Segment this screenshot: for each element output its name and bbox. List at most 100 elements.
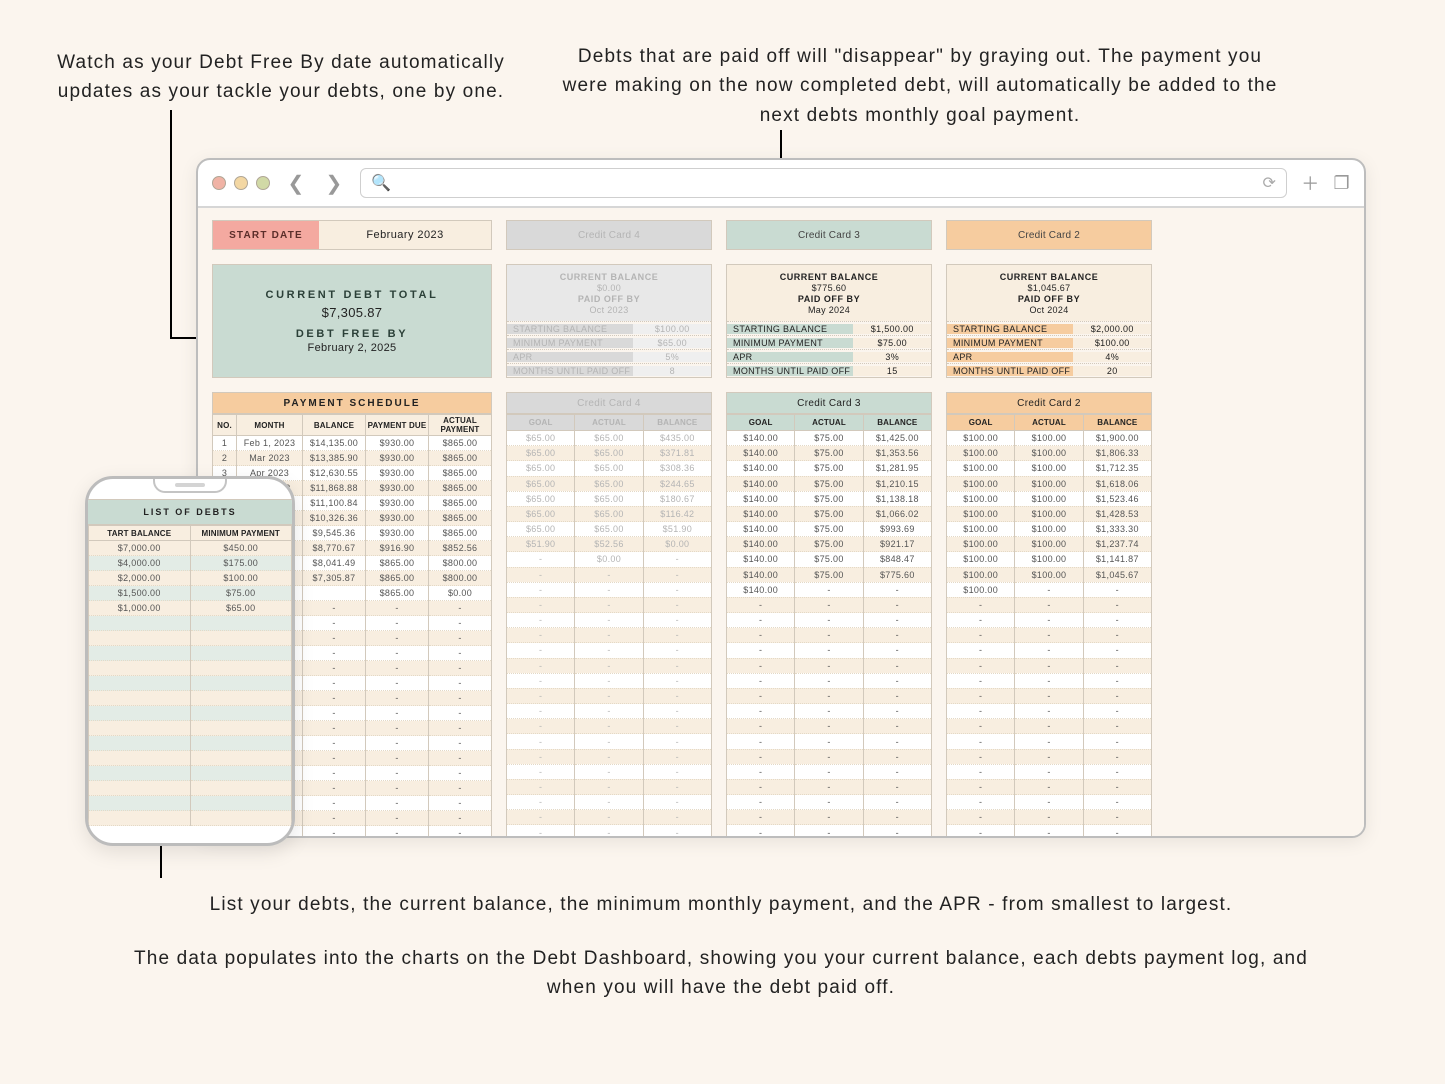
table-row[interactable]: ---	[947, 613, 1152, 628]
table-row[interactable]: 1Feb 1, 2023$14,135.00$930.00$865.00	[213, 436, 492, 451]
card-tab-cc3[interactable]: Credit Card 3	[726, 220, 932, 250]
goal-table-cc2[interactable]: GOALACTUALBALANCE $100.00$100.00$1,900.0…	[946, 414, 1152, 838]
table-row[interactable]: ---	[947, 795, 1152, 810]
sched-tab-cc3[interactable]: Credit Card 3	[726, 392, 932, 414]
table-row[interactable]: ---	[727, 673, 932, 688]
table-row[interactable]: $65.00$65.00$244.65	[507, 476, 712, 491]
table-row[interactable]: ---	[947, 779, 1152, 794]
table-row[interactable]: $65.00$65.00$371.81	[507, 446, 712, 461]
table-row[interactable]: ---	[507, 825, 712, 838]
table-row[interactable]: ---	[947, 597, 1152, 612]
table-row[interactable]: $100.00$100.00$1,428.53	[947, 506, 1152, 521]
close-icon[interactable]	[212, 176, 226, 190]
card-tab-cc2[interactable]: Credit Card 2	[946, 220, 1152, 250]
table-row[interactable]	[89, 736, 292, 751]
table-row[interactable]: ---	[727, 810, 932, 825]
table-row[interactable]	[89, 766, 292, 781]
table-row[interactable]: $7,000.00$450.00	[89, 541, 292, 556]
table-row[interactable]: ---	[507, 749, 712, 764]
maximize-icon[interactable]	[256, 176, 270, 190]
table-row[interactable]: ---	[507, 795, 712, 810]
table-row[interactable]: $140.00$75.00$775.60	[727, 567, 932, 582]
table-row[interactable]: ---	[947, 704, 1152, 719]
table-row[interactable]: $100.00$100.00$1,333.30	[947, 522, 1152, 537]
table-row[interactable]: $100.00$100.00$1,806.33	[947, 446, 1152, 461]
address-bar[interactable]: 🔍 ⟳	[360, 168, 1287, 198]
table-row[interactable]	[89, 751, 292, 766]
table-row[interactable]: ---	[507, 734, 712, 749]
table-row[interactable]	[89, 616, 292, 631]
table-row[interactable]: ---	[727, 628, 932, 643]
table-row[interactable]: ---	[507, 688, 712, 703]
table-row[interactable]: ---	[727, 658, 932, 673]
table-row[interactable]: $140.00$75.00$1,353.56	[727, 446, 932, 461]
table-row[interactable]: ---	[727, 764, 932, 779]
table-row[interactable]: ---	[947, 749, 1152, 764]
table-row[interactable]: $140.00$75.00$1,138.18	[727, 491, 932, 506]
table-row[interactable]: $100.00$100.00$1,712.35	[947, 461, 1152, 476]
table-row[interactable]: $65.00$65.00$180.67	[507, 491, 712, 506]
table-row[interactable]: $100.00--	[947, 582, 1152, 597]
table-row[interactable]	[89, 676, 292, 691]
back-button[interactable]: ❮	[284, 171, 308, 195]
table-row[interactable]: $140.00$75.00$921.17	[727, 537, 932, 552]
table-row[interactable]	[89, 796, 292, 811]
table-row[interactable]: $100.00$100.00$1,900.00	[947, 431, 1152, 446]
table-row[interactable]: ---	[507, 613, 712, 628]
table-row[interactable]: ---	[947, 764, 1152, 779]
table-row[interactable]: $4,000.00$175.00	[89, 556, 292, 571]
table-row[interactable]: ---	[727, 719, 932, 734]
table-row[interactable]: 2Mar 2023$13,385.90$930.00$865.00	[213, 451, 492, 466]
table-row[interactable]: ---	[727, 613, 932, 628]
table-row[interactable]: $140.00$75.00$993.69	[727, 522, 932, 537]
table-row[interactable]: $65.00$65.00$51.90	[507, 522, 712, 537]
table-row[interactable]	[89, 781, 292, 796]
table-row[interactable]	[89, 631, 292, 646]
table-row[interactable]: ---	[947, 688, 1152, 703]
table-row[interactable]	[89, 691, 292, 706]
table-row[interactable]: ---	[507, 673, 712, 688]
table-row[interactable]: ---	[507, 582, 712, 597]
table-row[interactable]	[89, 706, 292, 721]
table-row[interactable]: $65.00$65.00$116.42	[507, 506, 712, 521]
sched-tab-cc2[interactable]: Credit Card 2	[946, 392, 1152, 414]
table-row[interactable]: ---	[727, 643, 932, 658]
table-row[interactable]: ---	[727, 734, 932, 749]
table-row[interactable]: ---	[947, 825, 1152, 838]
minimize-icon[interactable]	[234, 176, 248, 190]
table-row[interactable]: $100.00$100.00$1,045.67	[947, 567, 1152, 582]
table-row[interactable]: $140.00$75.00$848.47	[727, 552, 932, 567]
table-row[interactable]: ---	[727, 779, 932, 794]
table-row[interactable]: -$0.00-	[507, 552, 712, 567]
reload-icon[interactable]: ⟳	[1262, 173, 1276, 193]
start-date-value[interactable]: February 2023	[319, 221, 491, 249]
table-row[interactable]: ---	[507, 719, 712, 734]
table-row[interactable]: $140.00$75.00$1,425.00	[727, 431, 932, 446]
table-row[interactable]	[89, 811, 292, 826]
table-row[interactable]: ---	[507, 628, 712, 643]
table-row[interactable]: ---	[727, 749, 932, 764]
table-row[interactable]: $65.00$65.00$435.00	[507, 431, 712, 446]
goal-table-cc3[interactable]: GOALACTUALBALANCE $140.00$75.00$1,425.00…	[726, 414, 932, 838]
table-row[interactable]: $1,500.00$75.00	[89, 586, 292, 601]
table-row[interactable]: ---	[727, 688, 932, 703]
list-of-debts-table[interactable]: TART BALANCEMINIMUM PAYMENT $7,000.00$45…	[88, 525, 292, 826]
table-row[interactable]: ---	[727, 597, 932, 612]
table-row[interactable]: ---	[947, 643, 1152, 658]
table-row[interactable]: ---	[947, 719, 1152, 734]
table-row[interactable]: $2,000.00$100.00	[89, 571, 292, 586]
goal-table-cc4[interactable]: GOALACTUALBALANCE $65.00$65.00$435.00$65…	[506, 414, 712, 838]
table-row[interactable]: $100.00$100.00$1,618.06	[947, 476, 1152, 491]
table-row[interactable]: $1,000.00$65.00	[89, 601, 292, 616]
table-row[interactable]: ---	[727, 825, 932, 838]
table-row[interactable]: ---	[727, 795, 932, 810]
table-row[interactable]: ---	[947, 658, 1152, 673]
forward-button[interactable]: ❯	[322, 171, 346, 195]
table-row[interactable]: ---	[947, 810, 1152, 825]
tabs-icon[interactable]: ❐	[1334, 173, 1350, 194]
table-row[interactable]	[89, 661, 292, 676]
table-row[interactable]: $51.90$52.56$0.00	[507, 537, 712, 552]
table-row[interactable]: $140.00$75.00$1,066.02	[727, 506, 932, 521]
table-row[interactable]: ---	[507, 810, 712, 825]
table-row[interactable]: ---	[947, 628, 1152, 643]
